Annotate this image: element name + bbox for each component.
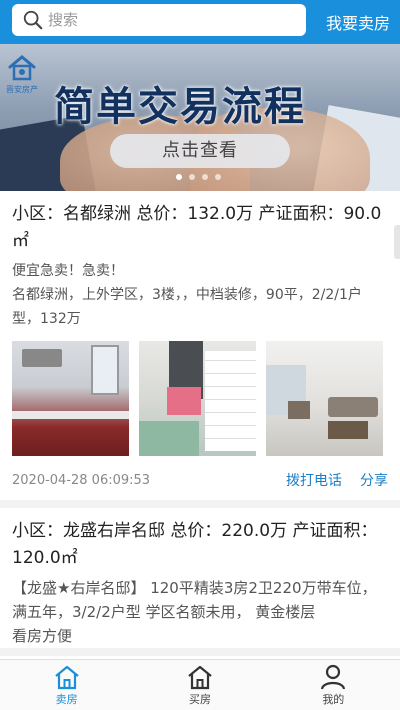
listing-footer: 2020-04-28 06:09:53 拨打电话 分享	[12, 460, 388, 500]
tab-label: 我的	[322, 692, 345, 706]
carousel-dot[interactable]	[189, 174, 195, 180]
listing-card[interactable]: 小区：龙盛右岸名邸 总价：220.0万 产证面积：120.0㎡ 【龙盛★右岸名邸…	[0, 508, 400, 656]
listing-desc: 便宜急卖！急卖！ 名都绿洲，上外学区，3楼，，中档装修，90平，2/2/1户型，…	[12, 263, 362, 327]
banner-title: 简单交易流程	[54, 84, 306, 130]
carousel-dot[interactable]	[202, 174, 208, 180]
call-button[interactable]: 拨打电话	[286, 470, 342, 490]
carousel-dot[interactable]	[176, 174, 182, 180]
tab-label: 卖房	[55, 692, 78, 706]
search-icon	[23, 10, 43, 30]
sell-house-link[interactable]: 我要卖房	[326, 10, 390, 34]
living-room-photo[interactable]	[266, 341, 383, 456]
tab-mine[interactable]: 我的	[267, 660, 400, 710]
promo-banner[interactable]: 晋安房产 简单交易流程 点击查看	[0, 44, 400, 191]
bathroom-photo[interactable]	[139, 341, 256, 456]
carousel-dot[interactable]	[215, 174, 221, 180]
listing-title: 小区：龙盛右岸名邸 总价：220.0万 产证面积：120.0㎡	[12, 521, 378, 568]
bottom-tab-bar: 卖房 买房 我的	[0, 659, 400, 710]
search-input[interactable]	[48, 11, 288, 29]
tab-buy[interactable]: 买房	[133, 660, 266, 710]
listing-feed: 小区：名都绿洲 总价：132.0万 产证面积：90.0㎡ 便宜急卖！急卖！ 名都…	[0, 191, 400, 659]
listing-time: 2020-04-28 06:09:53	[12, 472, 151, 488]
home-icon	[54, 665, 79, 689]
listing-desc: 【龙盛★右岸名邸】 120平精装3房2卫220万带车位，满五年，3/2/2户型 …	[12, 579, 377, 645]
search-box[interactable]	[12, 4, 306, 36]
user-icon	[321, 664, 346, 689]
kitchen-photo[interactable]	[12, 341, 129, 456]
house-logo-icon	[8, 55, 36, 81]
share-button[interactable]: 分享	[360, 470, 388, 490]
brand-logo: 晋安房产	[2, 54, 42, 98]
banner-view-button[interactable]: 点击查看	[110, 134, 290, 168]
tab-label: 买房	[188, 692, 211, 706]
brand-logo-text: 晋安房产	[6, 85, 38, 94]
listing-title: 小区：名都绿洲 总价：132.0万 产证面积：90.0㎡	[12, 204, 382, 251]
carousel-dots	[176, 174, 221, 180]
house-icon	[188, 665, 212, 689]
tab-sell[interactable]: 卖房	[0, 660, 133, 710]
listing-photos	[12, 341, 388, 456]
listing-card[interactable]: 小区：名都绿洲 总价：132.0万 产证面积：90.0㎡ 便宜急卖！急卖！ 名都…	[0, 191, 400, 508]
top-bar: 我要卖房	[0, 0, 400, 44]
